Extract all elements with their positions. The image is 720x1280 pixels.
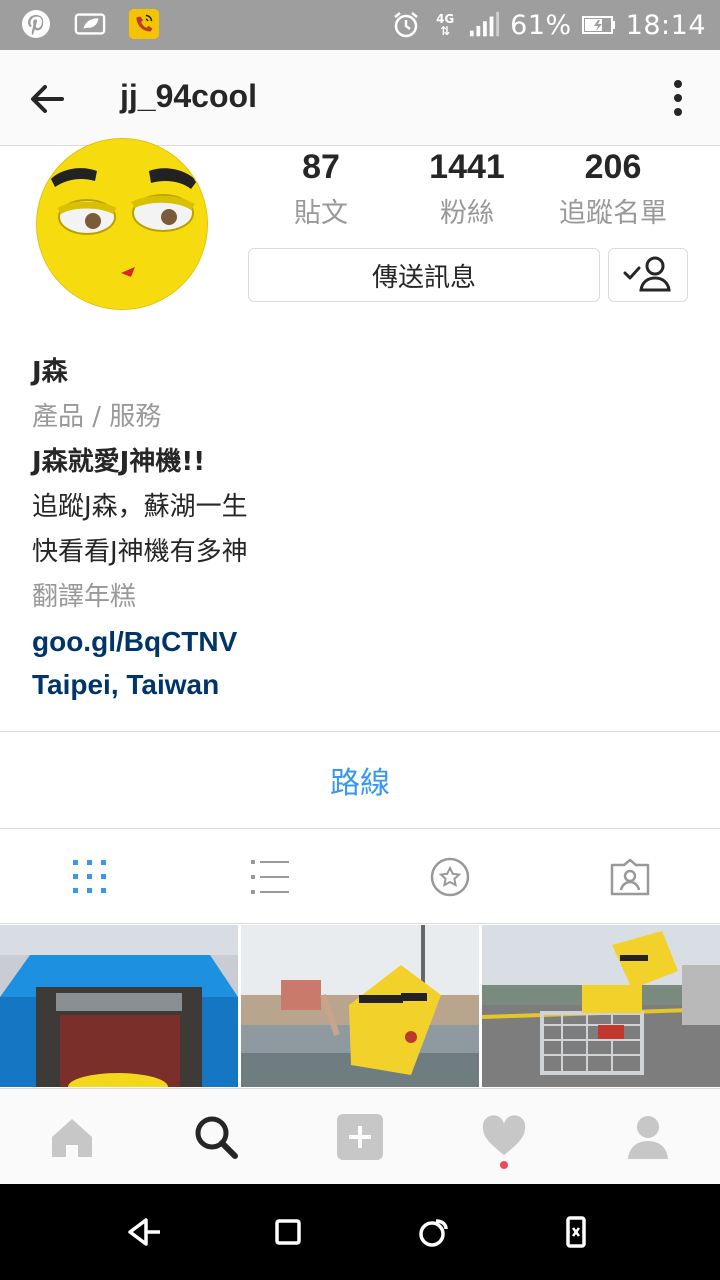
directions-button[interactable]: 路線 xyxy=(0,732,720,828)
bio-line: 快看看J神機有多神 xyxy=(32,537,248,567)
status-bar: 4G ⇅ 61% 18:14 xyxy=(0,0,720,50)
bio-line: 追蹤J森，蘇湖一生 xyxy=(32,492,248,522)
search-icon[interactable] xyxy=(192,1113,240,1161)
notification-dot xyxy=(500,1161,508,1169)
tagged-photos-icon[interactable] xyxy=(610,857,650,897)
grid-view-icon[interactable] xyxy=(70,857,110,897)
stat-posts-label: 貼文 xyxy=(294,198,348,229)
send-message-button[interactable]: 傳送訊息 xyxy=(248,248,600,302)
system-back-icon[interactable] xyxy=(124,1212,164,1252)
network-type: 4G ⇅ xyxy=(436,12,455,38)
stat-following[interactable]: 206 追蹤名單 xyxy=(540,145,686,230)
profile-view-tabs xyxy=(0,829,720,924)
system-home-icon[interactable] xyxy=(268,1212,308,1252)
activity-heart-icon[interactable] xyxy=(480,1113,528,1161)
back-arrow-icon[interactable] xyxy=(24,76,70,122)
system-screenshot-icon[interactable] xyxy=(556,1212,596,1252)
alarm-icon xyxy=(390,9,422,41)
leaf-notification-icon xyxy=(74,8,106,40)
stat-following-count: 206 xyxy=(584,148,642,186)
following-button[interactable] xyxy=(608,248,688,302)
home-icon[interactable] xyxy=(48,1113,96,1161)
clock: 18:14 xyxy=(625,9,706,41)
profile-avatar[interactable] xyxy=(36,138,208,310)
stat-followers[interactable]: 1441 粉絲 xyxy=(394,145,540,230)
translate-link[interactable]: 翻譯年糕 xyxy=(32,575,692,620)
grid-photo[interactable] xyxy=(241,925,479,1087)
battery-icon xyxy=(581,9,616,41)
bio-location-link[interactable]: Taipei, Taiwan xyxy=(32,665,692,705)
phone-app-icon xyxy=(128,8,160,40)
bio-line: J森就愛J神機!! xyxy=(32,447,206,477)
signal-icon xyxy=(468,9,500,41)
profile-bio: J森 產品 / 服務 J森就愛J神機!! 追蹤J森，蘇湖一生 快看看J神機有多神… xyxy=(32,350,692,705)
photo-grid xyxy=(0,925,720,1087)
bio-full-name: J森 xyxy=(32,357,68,387)
stat-followers-label: 粉絲 xyxy=(440,198,494,229)
system-recents-icon[interactable] xyxy=(412,1212,452,1252)
pinterest-icon xyxy=(20,8,52,40)
grid-photo[interactable] xyxy=(482,925,720,1087)
network-label: 4G xyxy=(436,12,455,26)
favorites-star-icon[interactable] xyxy=(430,857,470,897)
bio-category: 產品 / 服務 xyxy=(32,402,162,432)
profile-header-bar: jj_94cool xyxy=(0,50,720,146)
battery-percent: 61% xyxy=(510,9,572,41)
profile-username: jj_94cool xyxy=(120,78,257,114)
add-post-icon[interactable] xyxy=(336,1113,384,1161)
stat-posts-count: 87 xyxy=(302,148,340,186)
stat-following-label: 追蹤名單 xyxy=(559,198,667,229)
bottom-navigation xyxy=(0,1088,720,1184)
bio-website-link[interactable]: goo.gl/BqCTNV xyxy=(32,620,692,665)
more-options-icon[interactable] xyxy=(666,78,690,118)
profile-icon[interactable] xyxy=(624,1113,672,1161)
stat-posts[interactable]: 87 貼文 xyxy=(248,145,394,230)
list-view-icon[interactable] xyxy=(250,857,290,897)
grid-photo[interactable] xyxy=(0,925,238,1087)
system-navigation-bar xyxy=(0,1184,720,1280)
following-check-user-icon xyxy=(621,253,675,297)
stat-followers-count: 1441 xyxy=(429,148,505,186)
profile-stats: 87 貼文 1441 粉絲 206 追蹤名單 xyxy=(248,145,688,235)
